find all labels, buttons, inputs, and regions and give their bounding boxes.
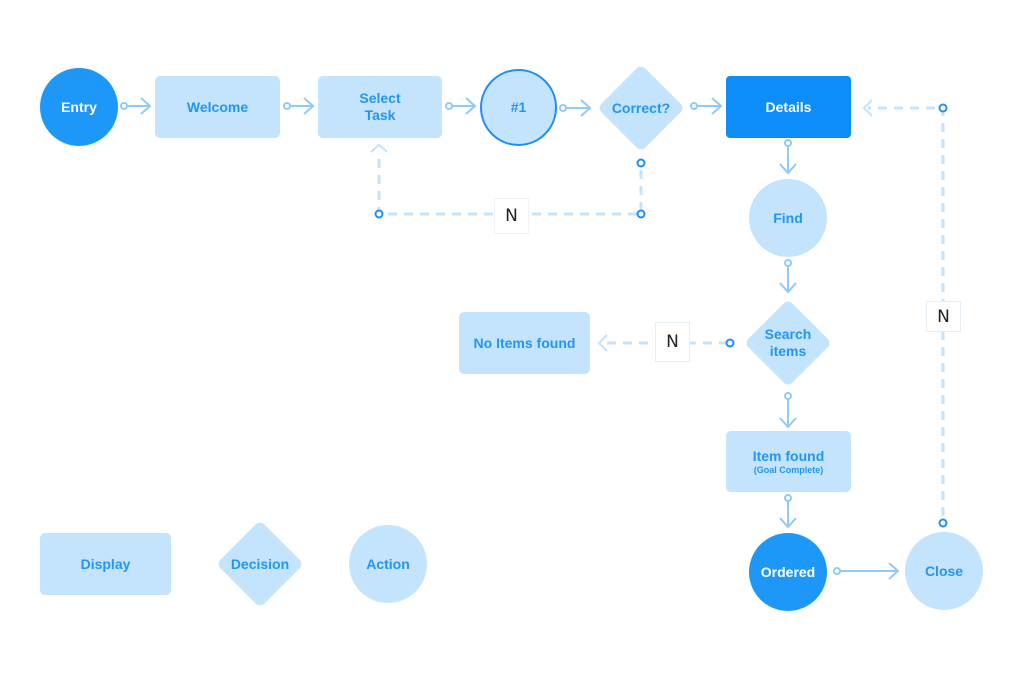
node-close[interactable]: Close [905, 532, 983, 610]
node-select-task-label: Select Task [359, 90, 401, 123]
legend-decision: Decision [215, 519, 305, 609]
node-step1-label: #1 [510, 99, 527, 115]
edge-label-correct-no: N [494, 198, 529, 234]
node-no-items-found[interactable]: No Items found [459, 312, 590, 374]
legend-display: Display [40, 533, 171, 595]
node-item-found[interactable]: Item found (Goal Complete) [726, 431, 851, 492]
edge-close-port-corner [938, 103, 948, 113]
edge-select-step1-port [445, 102, 453, 110]
edge-close-port-bottom [938, 518, 948, 528]
edge-step1-correct-port [559, 104, 567, 112]
node-correct-label: Correct? [611, 99, 671, 116]
edge-label-close-no: N [926, 301, 961, 332]
node-find-label: Find [773, 209, 803, 226]
edge-search-port [725, 338, 735, 348]
edge-correct-port-corner [636, 209, 646, 219]
edge-search-noitems-arrowhead [597, 334, 608, 352]
node-entry-label: Entry [61, 98, 97, 115]
edge-entry-welcome-port [120, 102, 128, 110]
edge-correct-select-arrowhead [370, 143, 388, 153]
node-step1[interactable]: #1 [480, 69, 557, 146]
edge-label-search-no: N [655, 322, 690, 362]
node-welcome-label: Welcome [186, 98, 249, 115]
edge-select-port-corner [374, 209, 384, 219]
edge-welcome-select-port [283, 102, 291, 110]
edge-correct-port-top [636, 158, 646, 168]
edge-find-search-port [784, 259, 792, 267]
node-find[interactable]: Find [749, 179, 827, 257]
node-search-items[interactable]: Search items [743, 298, 833, 388]
edge-itemfound-ordered-port [784, 494, 792, 502]
node-item-found-label: Item found [752, 447, 825, 464]
legend-display-label: Display [80, 555, 131, 572]
node-correct[interactable]: Correct? [596, 63, 686, 153]
node-select-task[interactable]: Select Task [318, 76, 442, 138]
node-ordered-label: Ordered [760, 563, 816, 580]
edge-correct-details-port [690, 102, 698, 110]
edge-search-itemfound-port [784, 392, 792, 400]
node-welcome[interactable]: Welcome [155, 76, 280, 138]
node-close-label: Close [924, 562, 964, 579]
node-no-items-found-label: No Items found [473, 334, 576, 351]
legend-decision-label: Decision [230, 555, 290, 572]
node-details-label: Details [765, 98, 812, 115]
node-details[interactable]: Details [726, 76, 851, 138]
node-entry[interactable]: Entry [40, 68, 118, 146]
edge-ordered-close-port [833, 567, 841, 575]
node-ordered[interactable]: Ordered [749, 533, 827, 611]
legend-action: Action [349, 525, 427, 603]
legend-action-label: Action [366, 555, 410, 572]
edge-details-find-port [784, 139, 792, 147]
node-search-items-label: Search items [764, 326, 812, 359]
node-item-found-sublabel: (Goal Complete) [753, 464, 824, 475]
